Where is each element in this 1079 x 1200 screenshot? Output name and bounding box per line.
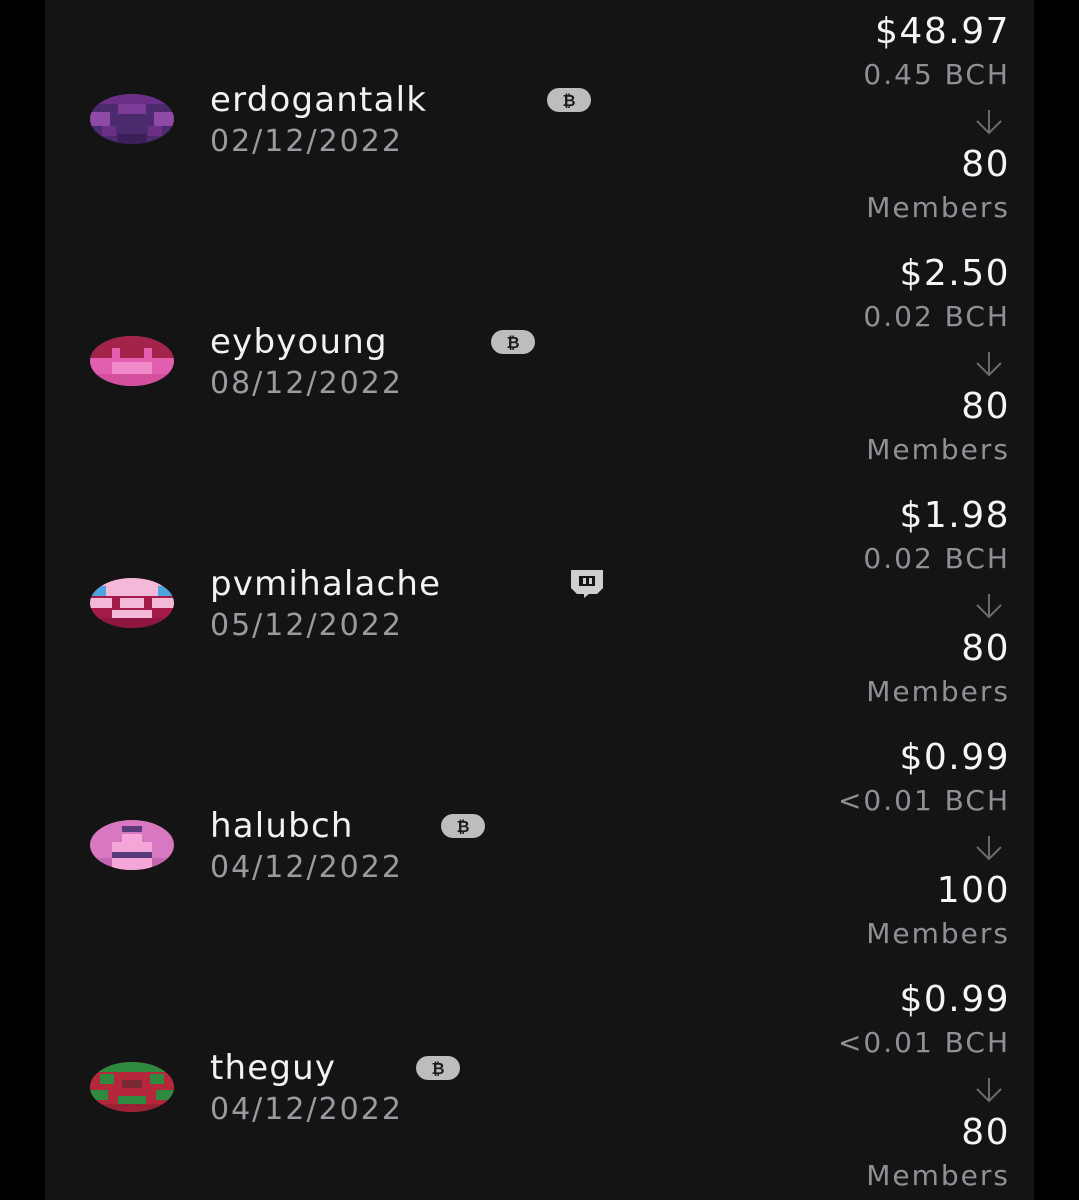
list-item[interactable]: pvmihalache 05/12/2022 $1.98 0.02 BCH 80…	[45, 484, 1034, 726]
arrow-down-icon	[976, 110, 1002, 135]
members-label: Members	[866, 1159, 1010, 1192]
list-item[interactable]: eybyoung ₿ 08/12/2022 $2.50 0.02 BCH 80 …	[45, 242, 1034, 484]
date-text: 05/12/2022	[210, 608, 403, 643]
avatar[interactable]	[90, 578, 174, 628]
arrow-down-icon	[976, 594, 1002, 619]
members-label: Members	[866, 675, 1010, 708]
arrow-down-icon	[976, 352, 1002, 377]
date-text: 04/12/2022	[210, 1092, 403, 1127]
members-count: 80	[961, 1112, 1010, 1153]
bch-amount: 0.45 BCH	[863, 58, 1010, 91]
members-label: Members	[866, 433, 1010, 466]
arrow-down-icon	[976, 1078, 1002, 1103]
usd-amount: $2.50	[899, 253, 1010, 294]
members-count: 80	[961, 144, 1010, 185]
date-text: 04/12/2022	[210, 850, 403, 885]
username[interactable]: eybyoung	[210, 322, 388, 362]
usd-amount: $0.99	[899, 979, 1010, 1020]
bitcoin-cash-icon: ₿	[547, 88, 591, 112]
members-count: 80	[961, 386, 1010, 427]
username[interactable]: theguy	[210, 1048, 336, 1088]
date-text: 08/12/2022	[210, 366, 403, 401]
list-item[interactable]: theguy ₿ 04/12/2022 $0.99 <0.01 BCH 80 M…	[45, 968, 1034, 1200]
avatar[interactable]	[90, 820, 174, 870]
members-label: Members	[866, 191, 1010, 224]
bitcoin-cash-icon: ₿	[441, 814, 485, 838]
username[interactable]: halubch	[210, 806, 354, 846]
usd-amount: $1.98	[899, 495, 1010, 536]
svg-text:₿: ₿	[456, 817, 469, 836]
bch-amount: 0.02 BCH	[863, 300, 1010, 333]
transactions-panel: erdogantalk ₿ 02/12/2022 $48.97 0.45 BCH…	[45, 0, 1034, 1200]
members-label: Members	[866, 917, 1010, 950]
svg-text:₿: ₿	[431, 1059, 444, 1078]
avatar[interactable]	[90, 1062, 174, 1112]
arrow-down-icon	[976, 836, 1002, 861]
list-item[interactable]: erdogantalk ₿ 02/12/2022 $48.97 0.45 BCH…	[45, 0, 1034, 242]
svg-text:₿: ₿	[562, 91, 575, 110]
bitcoin-cash-icon: ₿	[491, 330, 535, 354]
usd-amount: $48.97	[875, 11, 1010, 52]
usd-amount: $0.99	[899, 737, 1010, 778]
avatar[interactable]	[90, 336, 174, 386]
username[interactable]: pvmihalache	[210, 564, 441, 604]
svg-text:₿: ₿	[506, 333, 519, 352]
avatar[interactable]	[90, 94, 174, 144]
list-item[interactable]: halubch ₿ 04/12/2022 $0.99 <0.01 BCH 100…	[45, 726, 1034, 968]
bch-amount: <0.01 BCH	[837, 784, 1010, 817]
members-count: 80	[961, 628, 1010, 669]
bch-amount: <0.01 BCH	[837, 1026, 1010, 1059]
username[interactable]: erdogantalk	[210, 80, 427, 120]
members-count: 100	[936, 870, 1010, 911]
bitcoin-cash-icon: ₿	[416, 1056, 460, 1080]
twitch-icon	[571, 570, 603, 598]
date-text: 02/12/2022	[210, 124, 403, 159]
bch-amount: 0.02 BCH	[863, 542, 1010, 575]
